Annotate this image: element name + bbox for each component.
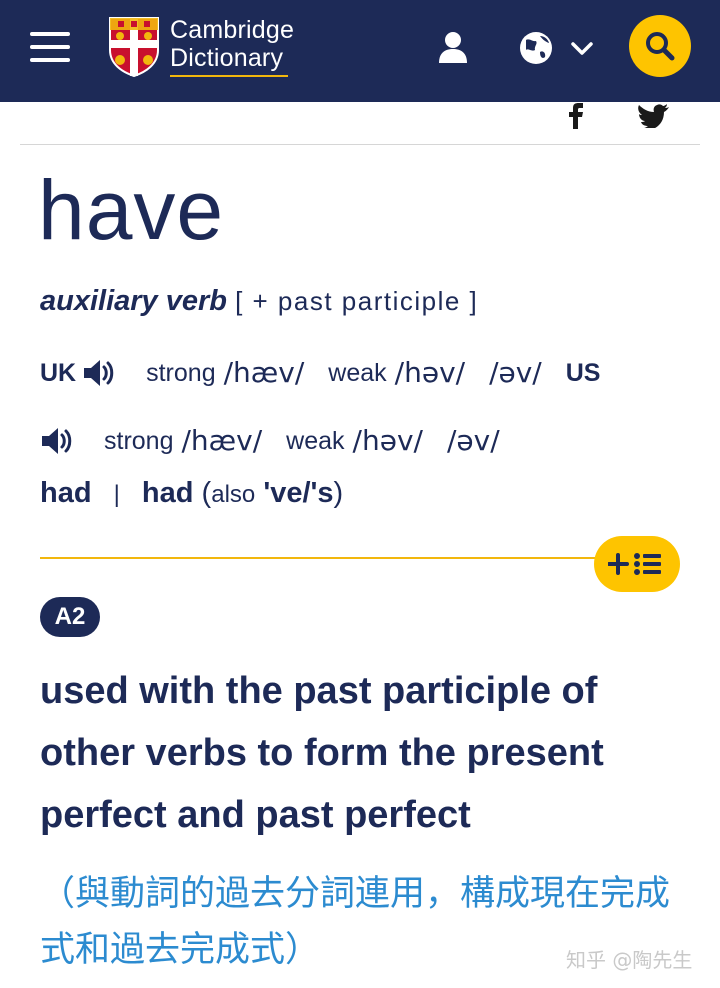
cefr-level-badge: A2 xyxy=(40,597,100,637)
share-divider xyxy=(20,144,700,145)
menu-icon-bar xyxy=(30,58,70,62)
watermark: 知乎 @陶先生 xyxy=(566,948,693,972)
form-close-paren: ) xyxy=(333,477,344,509)
form-contractions: 've/'s xyxy=(263,477,334,509)
site-header: Cambridge Dictionary xyxy=(0,0,720,102)
menu-icon-bar xyxy=(30,32,70,36)
form-separator: | xyxy=(113,481,120,508)
ipa-weak: /həv/ xyxy=(352,424,423,457)
inflected-forms: had | had (also 've/'s) xyxy=(40,474,343,514)
grammar-code: [ + past participle ] xyxy=(235,286,479,316)
cambridge-dictionary-logo[interactable]: Cambridge Dictionary xyxy=(108,16,308,78)
pronunciation-uk: UK strong /hæv/ weak /həv/ /əv/ US xyxy=(40,356,600,390)
twitter-icon[interactable] xyxy=(636,104,670,128)
pron-weak-label: weak xyxy=(286,427,345,455)
add-to-word-list-button[interactable] xyxy=(594,536,680,592)
form-past-participle: had xyxy=(141,477,194,509)
region-label-uk: UK xyxy=(40,359,77,387)
pron-strong-label: strong xyxy=(104,427,174,455)
pron-strong-label: strong xyxy=(146,359,216,387)
ipa-weak: /həv/ xyxy=(394,356,466,389)
part-of-speech[interactable]: auxiliary verb xyxy=(40,285,227,317)
logo-text-line1: Cambridge xyxy=(170,16,295,44)
ipa-strong: /hæv/ xyxy=(181,424,263,457)
search-icon xyxy=(646,32,675,61)
logo-text: Cambridge Dictionary xyxy=(170,16,294,72)
chevron-down-icon xyxy=(571,42,593,55)
region-label-us: US xyxy=(565,359,601,387)
pronunciation-us: strong /hæv/ weak /həv/ /əv/ xyxy=(40,424,524,458)
headword: have xyxy=(38,163,225,257)
speaker-icon[interactable] xyxy=(82,357,118,389)
globe-icon xyxy=(520,32,552,64)
pron-weak-label: weak xyxy=(328,359,387,387)
logo-text-line2: Dictionary xyxy=(170,44,284,72)
search-button[interactable] xyxy=(629,15,691,77)
menu-button[interactable] xyxy=(30,32,72,64)
language-selector[interactable] xyxy=(518,28,598,68)
form-open-paren: ( xyxy=(201,477,212,509)
add-to-list-icon xyxy=(608,553,661,575)
part-of-speech-line: auxiliary verb [ + past participle ] xyxy=(40,284,478,318)
user-icon xyxy=(439,32,467,63)
ipa-strong: /hæv/ xyxy=(223,356,305,389)
facebook-icon[interactable] xyxy=(565,103,587,129)
cambridge-shield-icon xyxy=(109,17,159,78)
user-account-button[interactable] xyxy=(436,30,470,64)
speaker-icon[interactable] xyxy=(40,425,76,457)
form-past: had xyxy=(40,477,92,509)
definition-text: used with the past participle of other v… xyxy=(40,670,604,836)
ipa-weak-2: /əv/ xyxy=(489,356,542,389)
form-also-label: also xyxy=(211,481,256,508)
menu-icon-bar xyxy=(30,45,70,49)
section-rule xyxy=(40,557,620,559)
ipa-weak-2: /əv/ xyxy=(446,424,500,457)
logo-underline xyxy=(170,75,288,77)
